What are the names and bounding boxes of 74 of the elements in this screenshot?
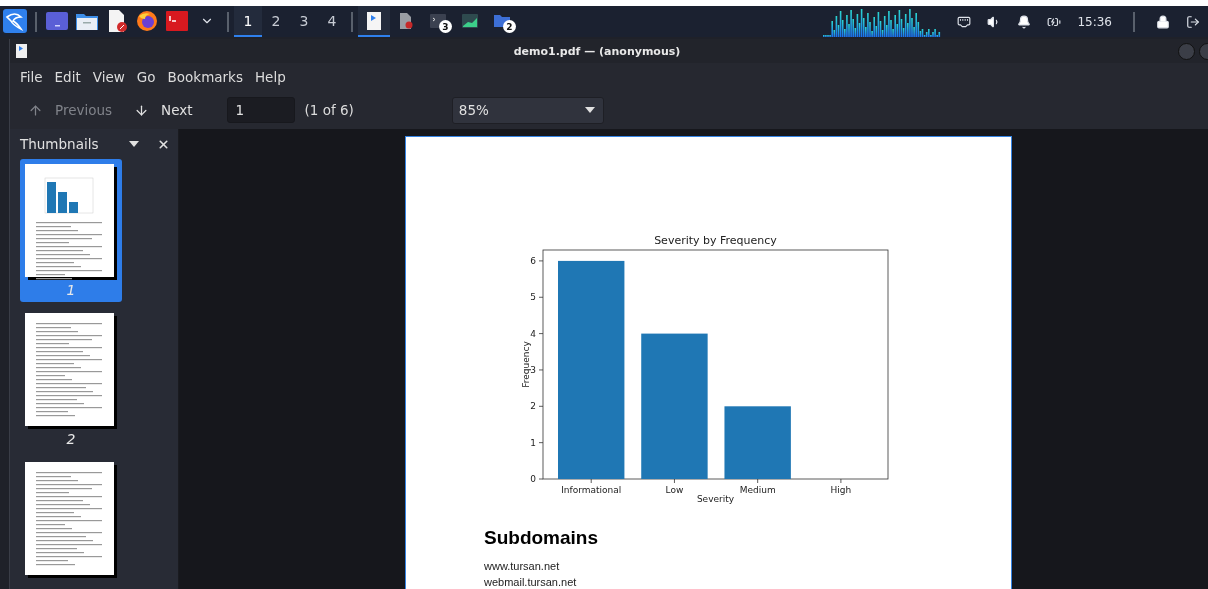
page-number: 2 <box>66 431 76 447</box>
workspace-tab[interactable]: 3 <box>290 6 318 37</box>
menu-item[interactable]: Help <box>254 69 286 85</box>
y-tick-label: 5 <box>530 292 536 303</box>
y-tick: 6 <box>530 255 544 266</box>
count-badge: 2 <box>503 20 516 33</box>
dragon-logo-icon[interactable] <box>3 8 27 33</box>
sidebar-title: Thumbnails <box>20 136 99 152</box>
x-tick: Informational <box>561 478 622 495</box>
workspace-tab[interactable]: 2 <box>262 6 290 37</box>
document-viewer-icon[interactable] <box>367 11 381 30</box>
window-title: demo1.pdf — (anonymous) <box>512 44 682 58</box>
thumbnail-item[interactable]: 2 <box>20 308 122 451</box>
menu-item[interactable]: Go <box>136 69 156 85</box>
arrow-down-icon <box>134 102 150 118</box>
browser-icon[interactable] <box>136 9 158 32</box>
terminal-icon[interactable] <box>166 10 188 31</box>
workspace-tab[interactable]: 1 <box>234 6 262 37</box>
x-tick-label: Low <box>665 485 684 495</box>
system-monitor-icon[interactable] <box>462 13 478 28</box>
close-icon[interactable] <box>157 137 170 151</box>
next-button[interactable]: Next <box>128 98 199 122</box>
terminal-icon[interactable] <box>46 11 68 30</box>
notifications-icon[interactable] <box>1017 14 1032 29</box>
x-tick-label: Medium <box>739 485 776 495</box>
y-tick-label: 4 <box>530 328 537 339</box>
x-tick-label: Informational <box>561 485 622 495</box>
task-button[interactable]: 3 <box>422 6 454 37</box>
menu-item[interactable]: View <box>92 69 125 85</box>
y-tick-label: 0 <box>530 474 537 484</box>
y-tick-label: 3 <box>530 364 536 375</box>
x-tick: Medium <box>739 478 776 495</box>
x-tick: High <box>830 478 852 495</box>
page-number-field[interactable]: 1 <box>226 97 295 123</box>
y-tick: 5 <box>530 292 544 303</box>
y-tick-label: 2 <box>530 401 536 412</box>
zoom-dropdown[interactable]: 85% <box>451 96 604 124</box>
document-icon[interactable] <box>399 12 413 29</box>
document-viewer-icon <box>16 44 27 58</box>
menu-item[interactable]: Edit <box>54 69 81 85</box>
terminal-icon[interactable] <box>430 13 446 28</box>
workspace-tab[interactable]: 4 <box>318 6 346 37</box>
clock[interactable]: 15:36 <box>1077 14 1112 29</box>
menu-item[interactable]: File <box>20 69 43 85</box>
y-tick-label: 1 <box>530 437 536 448</box>
menu-item[interactable]: Bookmarks <box>167 69 243 85</box>
folder-icon[interactable] <box>76 11 98 30</box>
lock-icon[interactable] <box>1156 14 1170 29</box>
y-tick: 0 <box>530 474 544 484</box>
document-icon[interactable] <box>107 9 127 32</box>
count-badge: 3 <box>439 20 452 33</box>
page-number: 1 <box>66 282 76 298</box>
x-tick: Low <box>665 478 684 495</box>
y-tick: 4 <box>530 328 544 339</box>
page-thumbnail[interactable] <box>25 313 117 429</box>
network-icon[interactable] <box>957 14 972 29</box>
y-tick: 3 <box>530 364 544 375</box>
logout-icon[interactable] <box>1186 14 1200 29</box>
x-axis-label: Severity <box>696 494 735 504</box>
task-button[interactable]: 2 <box>486 6 518 37</box>
dropdown-caret-icon[interactable] <box>129 141 139 147</box>
subdomain-text: webmail.tursan.net <box>484 575 578 589</box>
task-button[interactable] <box>358 6 390 37</box>
y-axis-label: Frequency <box>521 341 531 388</box>
subdomain-text: www.tursan.net <box>484 559 561 573</box>
y-tick-label: 6 <box>530 255 537 266</box>
y-tick: 2 <box>530 401 544 412</box>
dropdown-caret-icon <box>584 107 595 113</box>
x-tick-label: High <box>830 485 852 495</box>
page-count: (1 of 6) <box>304 102 354 118</box>
page-thumbnail[interactable] <box>25 164 117 280</box>
section-heading: Subdomains <box>484 527 599 549</box>
chart-title: Severity by Frequency <box>654 234 777 247</box>
y-tick: 1 <box>530 437 544 448</box>
